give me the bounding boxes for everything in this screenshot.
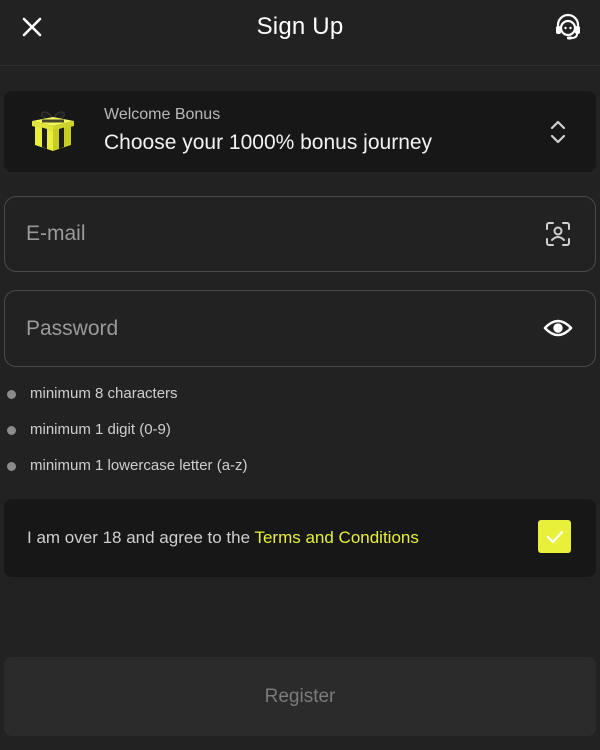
- requirement-item: minimum 8 characters: [7, 384, 248, 420]
- terms-prefix: I am over 18 and agree to the: [27, 528, 255, 547]
- requirement-text: minimum 1 lowercase letter (a-z): [30, 457, 248, 474]
- password-field-wrapper: [4, 290, 596, 367]
- gift-icon: [32, 111, 74, 151]
- support-button[interactable]: [550, 9, 586, 45]
- bonus-value: Choose your 1000% bonus journey: [104, 131, 433, 154]
- page-title: Sign Up: [256, 13, 344, 40]
- terms-link[interactable]: Terms and Conditions: [254, 528, 418, 547]
- header: Sign Up: [0, 0, 600, 66]
- checkmark-icon: [546, 530, 563, 543]
- bullet-icon: [7, 462, 16, 471]
- requirement-text: minimum 8 characters: [30, 385, 178, 402]
- face-scan-button[interactable]: [543, 219, 573, 249]
- bullet-icon: [7, 390, 16, 399]
- welcome-bonus-selector[interactable]: Welcome Bonus Choose your 1000% bonus jo…: [4, 91, 596, 172]
- email-input[interactable]: [5, 197, 595, 271]
- requirement-text: minimum 1 digit (0-9): [30, 421, 171, 438]
- password-input[interactable]: [5, 291, 595, 366]
- password-requirements: minimum 8 characters minimum 1 digit (0-…: [7, 384, 248, 492]
- requirement-item: minimum 1 digit (0-9): [7, 420, 248, 456]
- bullet-icon: [7, 426, 16, 435]
- headset-support-icon: [556, 13, 580, 40]
- sign-up-screen: Sign Up Welcome Bonus Choose your 1000% …: [0, 0, 600, 750]
- eye-icon: [543, 319, 573, 337]
- terms-text: I am over 18 and agree to the Terms and …: [27, 528, 419, 548]
- toggle-password-visibility-button[interactable]: [543, 313, 573, 343]
- face-scan-icon: [546, 222, 570, 246]
- register-button[interactable]: Register: [4, 657, 596, 736]
- bonus-label: Welcome Bonus: [104, 106, 221, 123]
- terms-agreement: I am over 18 and agree to the Terms and …: [4, 499, 596, 577]
- requirement-item: minimum 1 lowercase letter (a-z): [7, 456, 248, 492]
- email-field-wrapper: [4, 196, 596, 272]
- chevron-up-down-icon: [550, 120, 566, 144]
- terms-checkbox[interactable]: [538, 520, 571, 553]
